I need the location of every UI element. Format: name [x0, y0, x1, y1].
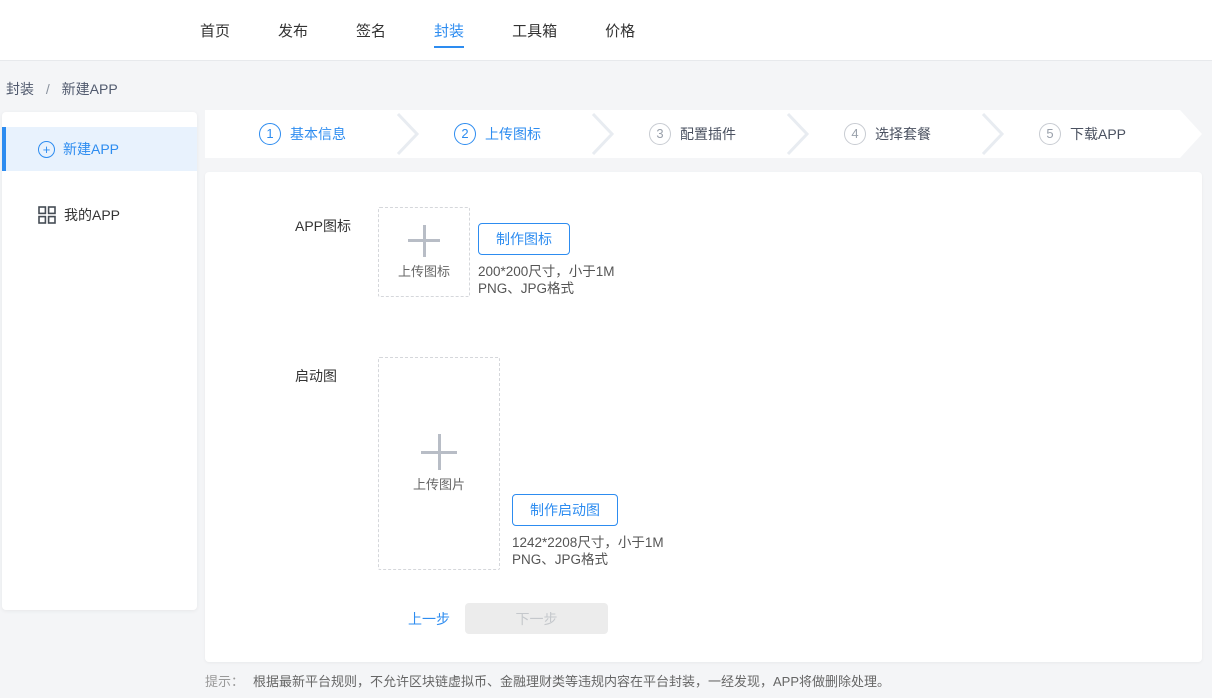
sidebar-item-label: 新建APP [63, 139, 119, 159]
step-number: 1 [259, 123, 281, 145]
step-number: 4 [844, 123, 866, 145]
sidebar-item-new-app[interactable]: + 新建APP [2, 127, 197, 171]
upload-image-text: 上传图片 [413, 474, 465, 493]
tip-text: 根据最新平台规则，不允许区块链虚拟币、金融理财类等违规内容在平台封装，一经发现，… [253, 674, 890, 689]
chevron-separator-icon [785, 110, 811, 158]
wizard-actions: 上一步 下一步 [408, 603, 1202, 634]
nav-item-package[interactable]: 封装 [434, 20, 464, 48]
step-5-download-app: 5 下载APP [985, 110, 1180, 158]
footer-tip: 提示： 根据最新平台规则，不允许区块链虚拟币、金融理财类等违规内容在平台封装，一经… [205, 671, 890, 690]
step-4-select-plan: 4 选择套餐 [790, 110, 985, 158]
app-icon-field: APP图标 上传图标 制作图标 200*200尺寸，小于1M PNG、JPG格式 [295, 207, 1202, 297]
step-label: 基本信息 [290, 124, 346, 144]
step-label: 选择套餐 [875, 124, 931, 144]
next-step-button[interactable]: 下一步 [465, 603, 608, 634]
step-label: 上传图标 [485, 124, 541, 144]
top-nav: 首页 发布 签名 封装 工具箱 价格 [0, 0, 1212, 61]
chevron-separator-icon [395, 110, 421, 158]
splash-image-field: 启动图 上传图片 制作启动图 1242*2208尺寸，小于1M PNG、JPG格… [295, 357, 1202, 570]
sidebar-item-label: 我的APP [64, 205, 120, 225]
app-icon-upload-box[interactable]: 上传图标 [378, 207, 470, 297]
prev-step-link[interactable]: 上一步 [408, 609, 450, 629]
step-3-configure-plugins: 3 配置插件 [595, 110, 790, 158]
breadcrumb-separator: / [46, 81, 50, 97]
breadcrumb-section[interactable]: 封装 [6, 81, 34, 97]
step-label: 配置插件 [680, 124, 736, 144]
hint-format: PNG、JPG格式 [478, 280, 615, 297]
step-number: 3 [649, 123, 671, 145]
splash-side: 制作启动图 1242*2208尺寸，小于1M PNG、JPG格式 [512, 494, 664, 568]
sidebar-item-my-apps[interactable]: 我的APP [2, 193, 197, 237]
app-icon-side: 制作图标 200*200尺寸，小于1M PNG、JPG格式 [478, 223, 615, 297]
step-1-basic-info: 1 基本信息 [205, 110, 400, 158]
content-panel: APP图标 上传图标 制作图标 200*200尺寸，小于1M PNG、JPG格式… [205, 172, 1202, 662]
chevron-separator-icon [590, 110, 616, 158]
step-number: 2 [454, 123, 476, 145]
nav-item-home[interactable]: 首页 [200, 20, 230, 41]
step-2-upload-icon: 2 上传图标 [400, 110, 595, 158]
step-number: 5 [1039, 123, 1061, 145]
hint-size: 1242*2208尺寸，小于1M [512, 534, 664, 551]
steps-bar: 1 基本信息 2 上传图标 3 配置插件 4 选择套餐 5 下载APP [205, 110, 1202, 158]
sidebar: + 新建APP 我的APP [2, 112, 197, 610]
nav-item-price[interactable]: 价格 [605, 20, 635, 41]
app-icon-hint: 200*200尺寸，小于1M PNG、JPG格式 [478, 263, 615, 297]
chevron-separator-icon [980, 110, 1006, 158]
nav-item-sign[interactable]: 签名 [356, 20, 386, 41]
make-splash-button[interactable]: 制作启动图 [512, 494, 618, 526]
breadcrumb-current: 新建APP [62, 81, 118, 97]
step-label: 下载APP [1070, 124, 1126, 144]
grid-icon [38, 206, 56, 224]
hint-size: 200*200尺寸，小于1M [478, 263, 615, 280]
plus-icon [421, 434, 457, 470]
splash-label: 启动图 [295, 357, 378, 386]
upload-icon-text: 上传图标 [398, 261, 450, 280]
tip-prefix: 提示： [205, 674, 244, 689]
plus-icon [408, 225, 440, 257]
splash-upload-box[interactable]: 上传图片 [378, 357, 500, 570]
splash-hint: 1242*2208尺寸，小于1M PNG、JPG格式 [512, 534, 664, 568]
breadcrumb: 封装 / 新建APP [6, 79, 118, 99]
nav-item-toolbox[interactable]: 工具箱 [512, 20, 557, 41]
plus-circle-icon: + [38, 141, 55, 158]
hint-format: PNG、JPG格式 [512, 551, 664, 568]
nav-item-publish[interactable]: 发布 [278, 20, 308, 41]
app-icon-label: APP图标 [295, 207, 378, 236]
make-icon-button[interactable]: 制作图标 [478, 223, 570, 255]
